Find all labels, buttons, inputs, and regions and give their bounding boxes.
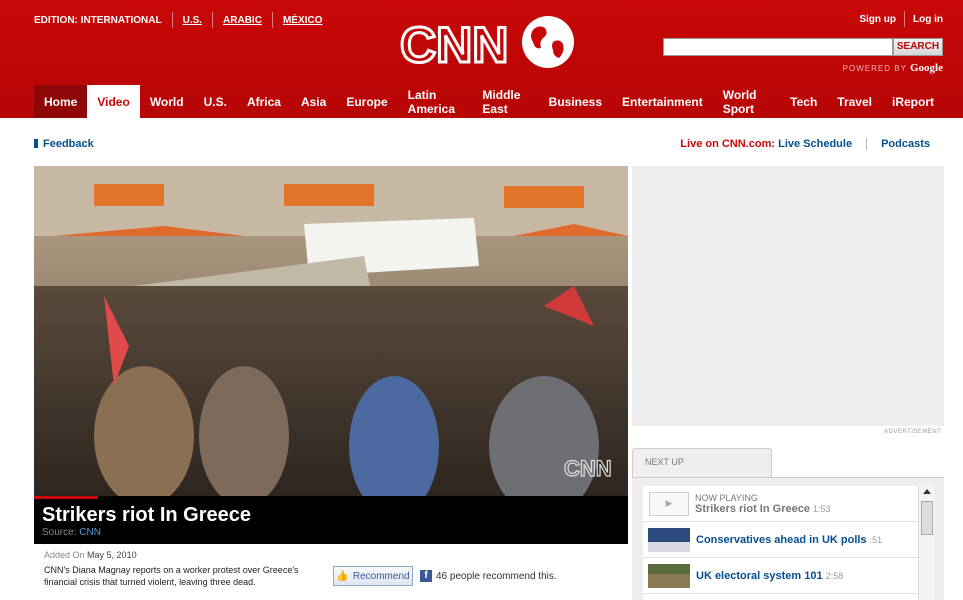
video-progress-bar[interactable] — [34, 496, 98, 499]
nav-ireport[interactable]: iReport — [882, 85, 944, 118]
edition-label: EDITION: INTERNATIONAL — [34, 14, 162, 26]
advertisement-label: ADVERTISEMENT — [884, 429, 942, 435]
auth-links: Sign up Log in — [859, 11, 943, 27]
nav-world[interactable]: World — [140, 85, 194, 118]
playlist-item[interactable]: UK electoral system 101 2:58 — [643, 558, 918, 594]
tab-next-up[interactable]: NEXT UP — [632, 448, 772, 478]
cnn-watermark: CNN — [564, 456, 612, 481]
nav-entertainment[interactable]: Entertainment — [612, 85, 713, 118]
scroll-thumb[interactable] — [921, 501, 933, 535]
edition-link-arabic[interactable]: ARABIC — [223, 15, 262, 26]
video-title: Strikers riot In Greece — [42, 504, 251, 526]
nav-latin-america[interactable]: Latin America — [398, 85, 473, 118]
nav-europe[interactable]: Europe — [336, 85, 397, 118]
nav-business[interactable]: Business — [539, 85, 612, 118]
search-input[interactable] — [663, 38, 893, 56]
playlist: ▶ NOW PLAYING Strikers riot In Greece 1:5… — [643, 486, 918, 600]
video-description: CNN's Diana Magnay reports on a worker p… — [44, 565, 299, 587]
log-in-link[interactable]: Log in — [913, 14, 943, 25]
scroll-up-icon[interactable] — [923, 489, 931, 494]
playlist-item[interactable]: Conservatives ahead in UK polls:51 — [643, 522, 918, 558]
video-player[interactable]: CNN — [34, 166, 628, 496]
nav-video[interactable]: Video — [87, 85, 140, 118]
nav-asia[interactable]: Asia — [291, 85, 336, 118]
edition-bar: EDITION: INTERNATIONAL U.S. ARABIC MÉXIC… — [34, 12, 322, 28]
thumbs-up-icon: 👍 — [336, 570, 349, 582]
main-nav: Home Video World U.S. Africa Asia Europe… — [34, 85, 944, 118]
feedback-icon — [34, 139, 38, 148]
added-date: Added On May 5, 2010 — [44, 550, 137, 560]
nav-tech[interactable]: Tech — [780, 85, 827, 118]
powered-by: POWERED BY Google — [842, 62, 943, 74]
edition-link-mexico[interactable]: MÉXICO — [283, 15, 322, 26]
globe-icon — [522, 16, 574, 68]
live-bar: Live on CNN.com: Live Schedule Podcasts — [680, 138, 930, 150]
nav-travel[interactable]: Travel — [827, 85, 882, 118]
playlist-scrollbar[interactable] — [918, 486, 934, 600]
video-title-bar: Strikers riot In Greece Source: CNN — [34, 496, 628, 544]
facebook-icon: f — [420, 570, 432, 582]
google-brand: Google — [910, 62, 943, 74]
play-icon: ▶ — [649, 491, 689, 516]
video-thumbnail — [648, 527, 690, 552]
recommend-count: f 46 people recommend this. — [420, 570, 557, 582]
playlist-item-title: Conservatives ahead in UK polls:51 — [696, 533, 883, 546]
now-playing-title: Strikers riot In Greece 1:53 — [695, 502, 831, 515]
recommend-button[interactable]: 👍 Recommend — [333, 566, 413, 586]
page: EDITION: INTERNATIONAL U.S. ARABIC MÉXIC… — [0, 0, 963, 600]
now-playing-label: NOW PLAYING — [695, 492, 758, 503]
logo-text: CNN — [400, 17, 508, 72]
video-source: Source: CNN — [42, 527, 101, 538]
edition-link-us[interactable]: U.S. — [183, 15, 202, 26]
live-schedule-link[interactable]: Live Schedule — [778, 138, 852, 150]
playlist-item-title: UK electoral system 101 2:58 — [696, 569, 844, 582]
header: EDITION: INTERNATIONAL U.S. ARABIC MÉXIC… — [0, 0, 963, 118]
nav-us[interactable]: U.S. — [194, 85, 237, 118]
feedback-link[interactable]: Feedback — [34, 138, 94, 150]
nav-world-sport[interactable]: World Sport — [713, 85, 780, 118]
video-source-link[interactable]: CNN — [79, 527, 101, 538]
now-playing-item[interactable]: ▶ NOW PLAYING Strikers riot In Greece 1:5… — [643, 486, 918, 522]
nav-middle-east[interactable]: Middle East — [472, 85, 538, 118]
podcasts-link[interactable]: Podcasts — [881, 138, 930, 150]
advertisement-slot[interactable] — [632, 166, 944, 426]
live-label: Live on CNN.com: — [680, 138, 776, 150]
nav-home[interactable]: Home — [34, 85, 88, 118]
cnn-logo[interactable]: CNN — [398, 12, 578, 72]
playlist-item[interactable] — [643, 594, 918, 600]
sign-up-link[interactable]: Sign up — [859, 14, 896, 25]
nav-africa[interactable]: Africa — [237, 85, 291, 118]
video-thumbnail — [648, 563, 690, 588]
search-button[interactable]: SEARCH — [893, 38, 943, 56]
